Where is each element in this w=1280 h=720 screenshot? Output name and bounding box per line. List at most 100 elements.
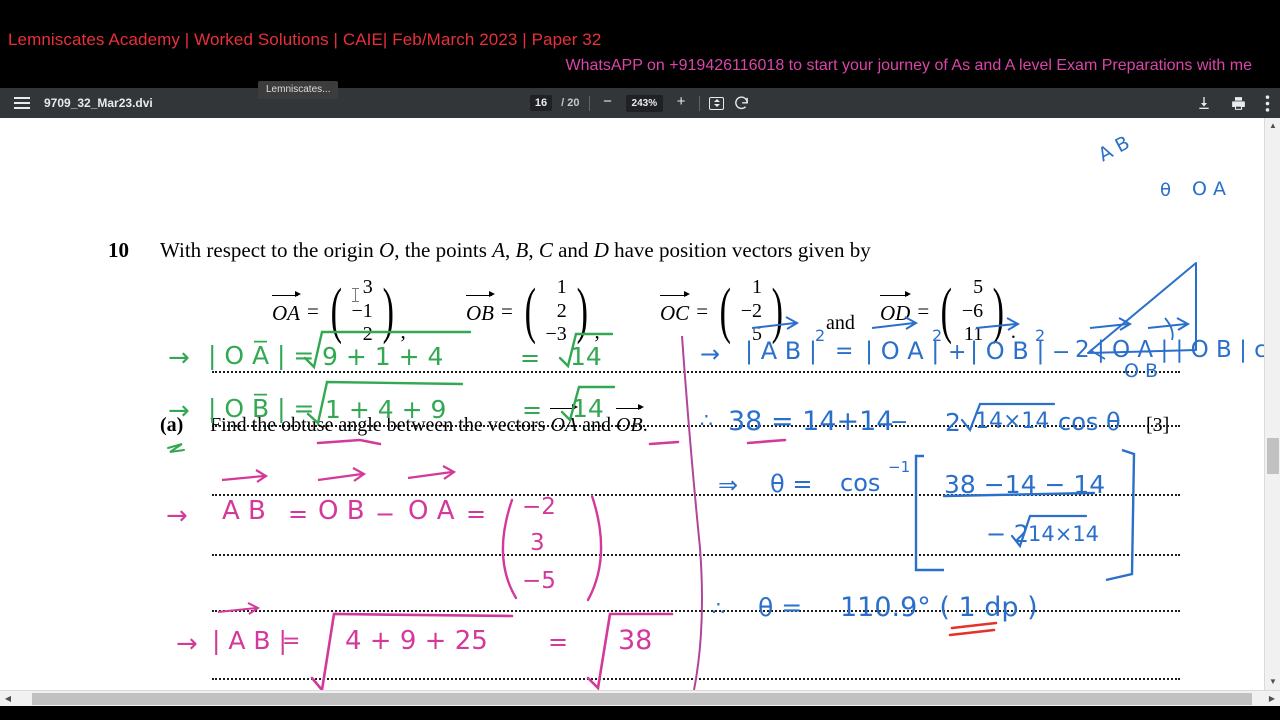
handwritten-text: − [375,500,396,528]
vertical-scrollbar[interactable]: ▲ ▼ [1264,118,1280,690]
handwritten-text: −2 [522,494,556,520]
left-paren: ( [330,277,342,346]
vector-definition-ob: OB = (1 2 −3), [466,276,600,347]
right-paren: ) [382,277,394,346]
handwritten-text: = [548,628,569,656]
vector-component: 2 [556,299,567,322]
toolbar-divider [588,95,590,111]
scroll-up-arrow[interactable]: ▲ [1265,118,1280,134]
handwritten-text: → [176,629,198,659]
pdf-viewport[interactable]: 10 With respect to the origin O, the poi… [0,118,1280,690]
handwritten-text: 3 [530,530,545,556]
right-paren: ) [771,277,783,346]
vector-component: 1 [751,276,762,298]
vector-component: −2 [740,299,762,322]
horizontal-scrollbar[interactable]: ◀ ▶ [0,690,1280,706]
browser-pdf-viewer-window: Lemniscates Academy | Worked Solutions |… [0,0,1280,720]
punctuation: . [1010,318,1017,343]
download-icon[interactable] [1196,95,1212,111]
handwritten-text: O B [318,496,365,526]
equals-sign: = [917,298,930,323]
handwritten-text: 14×14 [975,409,1050,434]
zoom-level-display[interactable]: 243% [625,94,664,112]
handwritten-text: 14×14 [1028,522,1100,546]
promo-banner: Lemniscates Academy | Worked Solutions |… [0,0,1280,88]
vector-component: 5 [973,276,984,298]
bottom-letterbox [0,706,1280,720]
vertical-scroll-thumb[interactable] [1267,438,1279,474]
vector-component: −3 [545,323,567,346]
column-vector: (3 −1 2) [326,276,399,347]
handwritten-text: 4 + 9 + 25 [345,626,488,656]
vector-component: 5 [751,323,762,346]
handwritten-text: − [890,410,909,435]
ruled-line [212,554,1180,556]
vector-component: 1 [556,276,567,298]
vector-definition-oc: OC =(1 −2 5) [660,276,788,347]
handwritten-text: A B [222,496,266,526]
right-paren: ) [992,277,1005,346]
more-options-icon[interactable] [1265,94,1270,112]
ruled-line [212,678,1180,680]
handwritten-text: −5 [522,568,556,594]
banner-title-line: Lemniscates Academy | Worked Solutions |… [8,30,602,49]
left-paren: ( [940,277,953,346]
handwritten-text: 2 [945,408,961,437]
page-count-label: / 20 [561,97,580,109]
vector-component: −1 [351,299,373,322]
scroll-right-arrow[interactable]: ▶ [1264,691,1280,707]
diagram-label-theta: θ [1160,180,1172,201]
vector-label: OB [466,290,495,326]
pdf-page: 10 With respect to the origin O, the poi… [0,118,1280,690]
column-vector: (5 −6 11) [936,276,1009,347]
page-number-input[interactable]: 16 [529,95,553,111]
zoom-out-button[interactable]: − [599,94,617,112]
text-cursor-icon [352,288,359,303]
taskbar-tooltip: Lemniscates... [258,81,339,99]
equals-sign: = [501,298,513,323]
vector-label: OA [272,290,301,326]
handwritten-text: → [166,501,188,531]
vector-definition-od: OD =(5 −6 11). [880,276,1016,347]
scroll-left-arrow[interactable]: ◀ [0,691,16,707]
handwritten-text: cos θ [1058,408,1121,436]
hamburger-menu-icon[interactable] [14,97,30,109]
vector-label: OC [660,290,691,326]
toolbar-divider-2 [699,95,701,111]
right-paren: ) [576,277,588,346]
vector-component: 2 [362,323,373,346]
handwritten-text: θ = [758,593,803,622]
document-title: 9709_32_Mar23.dvi [44,96,153,110]
handwritten-text: cos [840,469,881,497]
scroll-down-arrow[interactable]: ▼ [1265,674,1280,690]
handwritten-text: 110.9° ( 1 dp ) [840,592,1038,623]
handwritten-text: ∴ [700,408,713,432]
vector-definitions-row: OA =(3 −1 2), OB =(1 2 −3), OC =(1 −2 5) and OD =(… [0,276,1262,372]
left-paren: ( [719,277,732,346]
conjunction-and: and [826,312,855,334]
part-a-label: (a) [160,414,184,436]
fit-page-icon[interactable] [709,96,725,110]
diagram-label-ab: A B [1094,131,1134,167]
handwritten-text: = [466,500,487,528]
question-number: 10 [108,238,129,262]
handwritten-text: O A [408,496,455,526]
zoom-in-button[interactable]: + [672,94,690,112]
ruled-line [212,610,1180,612]
vector-definition-oa: OA = (3 −1 2), [272,276,406,347]
ruled-line [212,494,1180,496]
question-stem: With respect to the origin O, the points… [160,238,871,262]
equals-sign: = [696,298,709,323]
equals-sign: = [307,298,319,323]
print-icon[interactable] [1230,95,1247,112]
column-vector: (1 −2 5) [715,276,788,347]
handwritten-text: = [282,629,301,654]
handwriting-layer: → | O A̅ | = 9 + 1 + 4 = 14 → | O B̅ | = 1 + 4 … [0,118,1280,690]
column-vector: (1 2 −3) [520,276,593,347]
horizontal-scroll-thumb[interactable] [32,693,1252,705]
handwritten-text: 38 = 14+14 [728,406,894,437]
rotate-icon[interactable] [733,95,750,112]
vector-component: 11 [963,323,984,346]
banner-contact-line: WhatsAPP on +919426116018 to start your … [565,57,1252,74]
handwritten-text: = [288,500,309,528]
